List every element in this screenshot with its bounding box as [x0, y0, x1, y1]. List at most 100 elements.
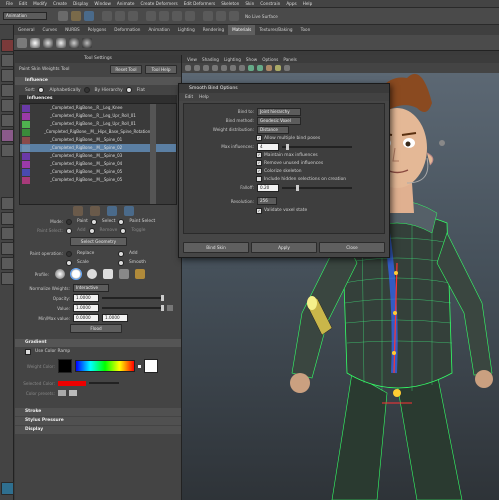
paint-weights-tool-icon[interactable]: [1, 129, 14, 142]
dialog-title[interactable]: Smooth Bind Options: [179, 84, 389, 93]
filter-influence-icon[interactable]: [124, 206, 134, 216]
lasso-tool-icon[interactable]: [1, 54, 14, 67]
profile-gaussian-icon[interactable]: [55, 269, 65, 279]
resolution-dropdown[interactable]: 256: [257, 197, 277, 205]
shelf-tab-curves[interactable]: Curves: [39, 25, 62, 35]
shelf-tab-polygons[interactable]: Polygons: [84, 25, 111, 35]
move-tool-icon[interactable]: [1, 84, 14, 97]
menu-help[interactable]: Help: [303, 1, 313, 6]
profile-image-icon[interactable]: [119, 269, 129, 279]
close-button[interactable]: Close: [319, 241, 385, 253]
shelf-tab-general[interactable]: General: [14, 25, 39, 35]
preset-grayscale-icon[interactable]: [58, 390, 66, 396]
paint-select-toggle-radio[interactable]: [120, 227, 127, 234]
shelf-tab-lighting[interactable]: Lighting: [174, 25, 199, 35]
gradient-section-header[interactable]: Gradient: [15, 339, 181, 347]
scale-tool-icon[interactable]: [1, 114, 14, 127]
profile-soft-icon[interactable]: [70, 268, 82, 280]
weight-color-ramp[interactable]: [75, 360, 135, 372]
paint-select-remove-radio[interactable]: [88, 227, 95, 234]
selected-color-slider[interactable]: [89, 382, 119, 384]
shelf-tab-animation[interactable]: Animation: [144, 25, 173, 35]
lambert-material-icon[interactable]: [43, 37, 53, 48]
viewport-menu-lighting[interactable]: Lighting: [224, 57, 241, 62]
menu-display[interactable]: Display: [73, 1, 88, 6]
select-tool-icon[interactable]: [1, 39, 14, 52]
rotate-tool-icon[interactable]: [1, 99, 14, 112]
bind-skin-button[interactable]: Bind Skin: [183, 241, 249, 253]
phong-material-icon[interactable]: [56, 37, 66, 48]
falloff-slider[interactable]: [282, 184, 352, 191]
profile-browse-icon[interactable]: [135, 269, 145, 279]
shelf-settings-icon[interactable]: [17, 37, 27, 48]
maintain-max-checkbox[interactable]: ✓: [256, 152, 262, 158]
include-hidden-checkbox[interactable]: [256, 176, 262, 182]
influence-section-header[interactable]: Influence: [15, 77, 181, 85]
value-slider[interactable]: [102, 305, 164, 311]
menu-skin[interactable]: Skin: [245, 1, 254, 6]
sort-alpha-radio[interactable]: [38, 87, 45, 93]
profile-solid-icon[interactable]: [87, 269, 97, 279]
new-scene-icon[interactable]: [58, 11, 68, 21]
select-component-icon[interactable]: [128, 11, 138, 21]
op-replace-radio[interactable]: [66, 250, 72, 257]
image-plane-icon[interactable]: [212, 65, 218, 71]
layout-single-icon[interactable]: [1, 197, 14, 210]
opacity-slider[interactable]: [102, 295, 164, 301]
render-settings-icon[interactable]: [229, 11, 239, 21]
resolution-gate-icon[interactable]: [239, 65, 245, 71]
select-object-icon[interactable]: [115, 11, 125, 21]
layout-two-icon[interactable]: [1, 227, 14, 240]
selected-color-swatch[interactable]: [58, 380, 86, 386]
menu-edit[interactable]: Edit: [19, 1, 27, 6]
unlock-weights-icon[interactable]: [90, 206, 100, 216]
menu-animate[interactable]: Animate: [117, 1, 135, 6]
allow-multiple-checkbox[interactable]: ✓: [256, 135, 262, 141]
shelf-tab-materials[interactable]: Materials: [228, 25, 256, 35]
ipr-render-icon[interactable]: [216, 11, 226, 21]
sort-hierarchy-radio[interactable]: [83, 87, 90, 93]
normalize-dropdown[interactable]: Interactive: [73, 284, 109, 292]
shelf-tab-textures-baking[interactable]: Textures/Baking: [255, 25, 296, 35]
snap-grid-icon[interactable]: [146, 11, 156, 21]
weight-color-swatch[interactable]: [58, 359, 72, 373]
viewport-menu-options[interactable]: Options: [262, 57, 278, 62]
snap-point-icon[interactable]: [172, 11, 182, 21]
falloff-field[interactable]: 0.20: [257, 183, 279, 192]
menu-create[interactable]: Create: [53, 1, 67, 6]
blinn-material-icon[interactable]: [30, 37, 40, 48]
preset-ramp-icon[interactable]: [69, 390, 77, 396]
stroke-section-header[interactable]: Stroke: [15, 408, 181, 416]
viewport-menu-panels[interactable]: Panels: [283, 57, 296, 62]
menu-file[interactable]: File: [6, 1, 13, 6]
op-add-radio[interactable]: [118, 250, 124, 257]
bind-method-dropdown[interactable]: Geodesic Voxel: [257, 116, 301, 125]
ramp-remove-icon[interactable]: [138, 364, 141, 368]
shelf-tab-rendering[interactable]: Rendering: [199, 25, 228, 35]
menu-apps[interactable]: Apps: [286, 1, 296, 6]
layout-four-icon[interactable]: [1, 212, 14, 225]
textured-icon[interactable]: [266, 65, 272, 71]
colorize-checkbox[interactable]: ✓: [256, 168, 262, 174]
select-influence-icon[interactable]: [107, 206, 117, 216]
smooth-shade-icon[interactable]: [257, 65, 263, 71]
apply-button[interactable]: Apply: [251, 241, 317, 253]
profile-square-icon[interactable]: [103, 269, 113, 279]
shelf-tab-nurbs[interactable]: NURBS: [61, 25, 84, 35]
menu-constrain[interactable]: Constrain: [260, 1, 280, 6]
xray-icon[interactable]: [284, 65, 290, 71]
reset-tool-button[interactable]: Reset Tool: [110, 64, 142, 74]
open-scene-icon[interactable]: [71, 11, 81, 21]
dialog-menu-edit[interactable]: Edit: [185, 93, 193, 101]
viewport-menu-shading[interactable]: Shading: [202, 57, 219, 62]
bind-to-dropdown[interactable]: Joint hierarchy: [257, 107, 301, 116]
layout-graph-icon[interactable]: [1, 257, 14, 270]
max-influences-field[interactable]: 4: [257, 142, 279, 151]
snap-curve-icon[interactable]: [159, 11, 169, 21]
shelf-tab-toon[interactable]: Toon: [297, 25, 315, 35]
validate-checkbox[interactable]: ✓: [256, 207, 262, 214]
mode-paint-select-radio[interactable]: [118, 218, 125, 225]
mode-select-radio[interactable]: [90, 218, 97, 225]
menu-modify[interactable]: Modify: [33, 1, 47, 6]
render-icon[interactable]: [203, 11, 213, 21]
